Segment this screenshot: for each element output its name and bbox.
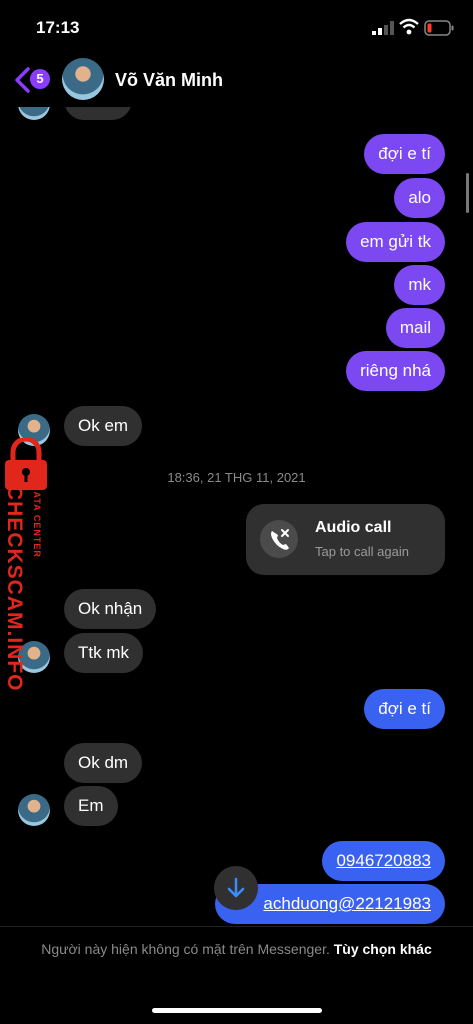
message-out: alo — [394, 178, 445, 218]
call-title: Audio call — [315, 519, 392, 536]
unread-badge[interactable]: 5 — [30, 69, 50, 89]
wifi-icon — [399, 18, 419, 35]
message-out: mail — [385, 308, 445, 348]
message-in: Ok em — [64, 406, 143, 446]
battery-low-icon — [424, 20, 454, 36]
scroll-down-button[interactable] — [214, 866, 258, 910]
watermark-sub: DATA CENTER — [32, 484, 42, 558]
call-subtitle: Tap to call again — [315, 544, 409, 559]
message-timestamp: 18:36, 21 THG 11, 2021 — [167, 470, 306, 485]
message-out: mk — [394, 265, 445, 305]
message-in: Ok dm — [64, 743, 143, 783]
message-out: riêng nhá — [346, 351, 445, 391]
contact-name[interactable]: Võ Văn Minh — [115, 70, 223, 91]
message-in: Em — [64, 786, 118, 826]
message-out: đợi e tí — [364, 689, 445, 729]
contact-avatar[interactable] — [62, 58, 104, 100]
unavailable-notice: Người này hiện không có mặt trên Messeng… — [40, 938, 433, 960]
message-out: đợi e tí — [364, 134, 445, 174]
phone-link[interactable]: 0946720883 — [322, 841, 445, 881]
message-in: Ttk mk — [64, 633, 143, 673]
more-options-link[interactable]: Tùy chọn khác — [334, 941, 432, 957]
notice-text: Người này hiện không có mặt trên Messeng… — [41, 941, 334, 957]
message-out: em gửi tk — [346, 222, 445, 262]
cellular-signal-icon — [372, 21, 394, 35]
footer-divider — [0, 926, 473, 927]
arrow-down-icon — [227, 877, 245, 898]
missed-call-icon — [260, 520, 298, 558]
watermark-brand: CHECKSCAM.INFO — [3, 485, 26, 692]
sender-avatar — [18, 794, 50, 826]
status-time-overlay: 17:13 — [36, 18, 80, 37]
scrollbar[interactable] — [466, 173, 469, 213]
home-indicator — [152, 1008, 322, 1013]
message-in: Ok nhận — [64, 589, 157, 629]
